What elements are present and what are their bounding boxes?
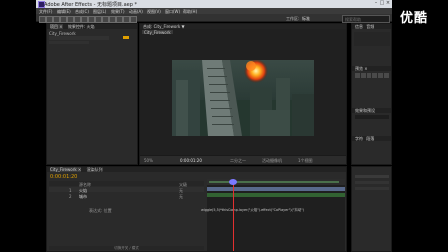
search-placeholder: 搜索帮助: [345, 16, 361, 22]
effects-search-input[interactable]: [355, 115, 389, 119]
view-layout-select[interactable]: 1个视图: [298, 158, 313, 164]
tools-panel: 工作区: 标准 搜索帮助: [36, 14, 392, 23]
timeline-timecode[interactable]: 0:00:01:20: [50, 174, 77, 180]
info-panel-body: [354, 32, 390, 46]
layer-2-parent[interactable]: 无: [179, 194, 183, 200]
timeline-panel: City_Firework × 渲染队列 0:00:01:20 源名称 父级 1…: [46, 166, 347, 252]
expression-position-label: 表达式: 位置: [89, 207, 112, 213]
tab-info[interactable]: 信息: [355, 24, 363, 29]
layer-2-number: 2: [69, 193, 72, 199]
project-panel-header: 项目 × 效果控件: 火焰: [47, 24, 137, 29]
comp-timecode[interactable]: 0:00:01:20: [180, 158, 202, 163]
tab-paragraph[interactable]: 段落: [366, 136, 374, 141]
paragraph-indent-row[interactable]: [355, 181, 389, 184]
paragraph-spacing-row[interactable]: [355, 187, 389, 190]
project-panel: 项目 × 效果控件: 火焰 City_Firework: [46, 23, 138, 165]
tab-effect-controls[interactable]: 效果控件: 火焰: [68, 24, 95, 29]
timeline-panel-header: City_Firework × 渲染队列: [47, 167, 346, 172]
expression-property-row[interactable]: 表达式: 位置: [49, 207, 204, 213]
composition-subtab[interactable]: City_Firework: [142, 30, 173, 35]
last-frame-icon[interactable]: [378, 73, 384, 78]
city-firework-image: [172, 60, 314, 136]
roto-tool-icon[interactable]: [123, 15, 130, 23]
workspace-select[interactable]: 标准: [302, 16, 310, 22]
workspace-label: 工作区:: [286, 16, 300, 21]
ram-preview-icon[interactable]: [384, 73, 389, 78]
zoom-select[interactable]: 50%: [144, 158, 153, 163]
pan-tool-icon[interactable]: [74, 15, 81, 23]
resolution-select[interactable]: 二分之一: [230, 158, 246, 164]
search-input[interactable]: 搜索帮助: [342, 15, 390, 23]
tab-project[interactable]: 项目 ×: [50, 24, 63, 29]
prev-frame-icon[interactable]: [360, 73, 366, 78]
play-icon[interactable]: [366, 73, 372, 78]
timeline-column-header: 源名称 父级: [49, 181, 204, 187]
window-title: Adobe After Effects - 无标题项目.aep *: [44, 2, 137, 8]
text-tool-icon[interactable]: [95, 15, 102, 23]
tab-timeline-comp[interactable]: City_Firework ×: [50, 167, 82, 172]
effect-sub-row[interactable]: [49, 41, 89, 44]
layer-2-name[interactable]: 城市: [79, 194, 87, 200]
preview-controls: [355, 73, 389, 78]
eraser-tool-icon[interactable]: [116, 15, 123, 23]
first-frame-icon[interactable]: [355, 73, 360, 78]
rotate-tool-icon[interactable]: [60, 15, 67, 23]
current-time-indicator[interactable]: [233, 179, 234, 251]
tab-preview[interactable]: 预览 ×: [352, 66, 391, 71]
tab-composition[interactable]: 合成: City_Firework ▼: [143, 24, 185, 29]
pen-tool-icon[interactable]: [88, 15, 95, 23]
composition-footer: 50% 0:00:01:20 二分之一 活动摄像机 1个视图: [140, 155, 346, 164]
composition-panel-header: 合成: City_Firework ▼: [140, 24, 346, 29]
brush-tool-icon[interactable]: [102, 15, 109, 23]
layer-row-2[interactable]: 2 城市 无: [49, 193, 204, 200]
paragraph-panel: [351, 166, 392, 252]
camera-select[interactable]: 活动摄像机: [262, 158, 282, 164]
stamp-tool-icon[interactable]: [109, 15, 116, 23]
title-bar: Adobe After Effects - 无标题项目.aep * – □ ×: [36, 0, 392, 8]
close-icon[interactable]: ×: [385, 1, 391, 6]
info-panel-header: 信息 音频: [352, 24, 391, 29]
timeline-track-area: wiggle(5,5)*thisComp.layer("火焰").effect(…: [201, 179, 345, 251]
composition-canvas-image: [172, 60, 314, 136]
tab-character[interactable]: 字符: [355, 136, 363, 141]
character-panel-header: 字符 段落: [352, 136, 391, 141]
effect-row[interactable]: [49, 36, 109, 40]
youku-watermark: 优酷: [400, 11, 429, 26]
layer-1-number: 1: [69, 187, 72, 193]
tab-audio[interactable]: 音频: [366, 24, 374, 29]
zoom-tool-icon[interactable]: [53, 15, 60, 23]
playhead-handle[interactable]: [229, 179, 237, 185]
right-panel-stack: 信息 音频 预览 × 效果和预设 字符 段落: [351, 23, 392, 165]
camera-tool-icon[interactable]: [67, 15, 74, 23]
layer-1-bar[interactable]: [207, 187, 345, 191]
paragraph-align-row[interactable]: [355, 175, 389, 178]
expression-text-field[interactable]: wiggle(5,5)*thisComp.layer("火焰").effect(…: [201, 207, 341, 212]
tab-render-queue[interactable]: 渲染队列: [87, 167, 103, 172]
hand-tool-icon[interactable]: [46, 15, 53, 23]
toggle-switches-modes[interactable]: 切换开关 / 模式: [49, 246, 204, 250]
selection-tool-icon[interactable]: [39, 15, 46, 23]
tab-effects-presets[interactable]: 效果和预设: [352, 108, 391, 113]
next-frame-icon[interactable]: [372, 73, 378, 78]
mask-tool-icon[interactable]: [81, 15, 88, 23]
layer-row-1[interactable]: 1 火焰 无: [49, 187, 204, 193]
puppet-tool-icon[interactable]: [130, 15, 137, 23]
effect-toggle-icon[interactable]: [123, 36, 129, 39]
layer-2-bar[interactable]: [207, 193, 345, 197]
